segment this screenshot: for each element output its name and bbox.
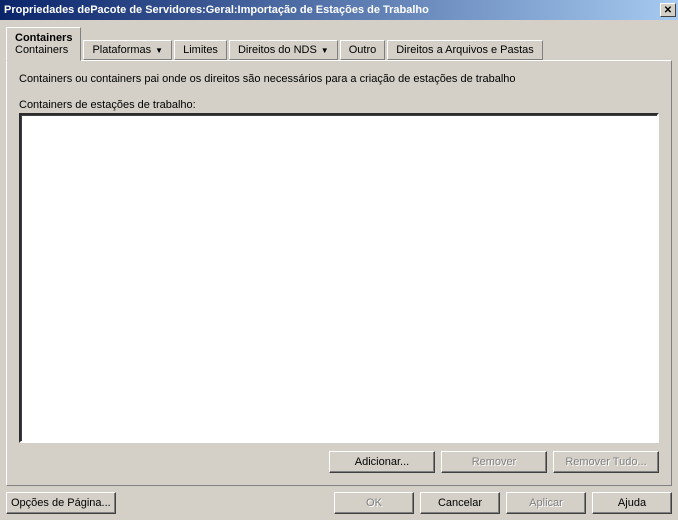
tab-other[interactable]: Outro — [340, 40, 386, 60]
page-options-button[interactable]: Opções de Página... — [6, 492, 116, 514]
tab-platforms[interactable]: Plataformas ▼ — [83, 40, 172, 60]
tab-label: Outro — [349, 44, 377, 56]
add-button[interactable]: Adicionar... — [329, 451, 435, 473]
tab-file-rights[interactable]: Direitos a Arquivos e Pastas — [387, 40, 543, 60]
tab-panel: Containers ou containers pai onde os dir… — [6, 60, 672, 486]
close-button[interactable]: ✕ — [660, 3, 676, 17]
list-label: Containers de estações de trabalho: — [19, 99, 659, 111]
chevron-down-icon: ▼ — [321, 46, 329, 55]
containers-listbox[interactable] — [19, 113, 659, 443]
ok-button[interactable]: OK — [334, 492, 414, 514]
tab-nds-rights[interactable]: Direitos do NDS ▼ — [229, 40, 338, 60]
window-body: Containers Containers Plataformas ▼ Limi… — [0, 20, 678, 520]
chevron-down-icon: ▼ — [155, 46, 163, 55]
close-icon: ✕ — [664, 5, 672, 16]
titlebar: Propriedades dePacote de Servidores:Gera… — [0, 0, 678, 20]
tab-label: Direitos a Arquivos e Pastas — [396, 44, 534, 56]
panel-button-row: Adicionar... Remover Remover Tudo... — [19, 451, 659, 473]
tab-label: Limites — [183, 44, 218, 56]
tab-subtitle: Containers — [15, 44, 68, 56]
tab-containers[interactable]: Containers Containers — [6, 27, 81, 61]
panel-description: Containers ou containers pai onde os dir… — [19, 73, 659, 85]
remove-all-button[interactable]: Remover Tudo... — [553, 451, 659, 473]
tab-label: Plataformas — [92, 44, 151, 56]
tab-limits[interactable]: Limites — [174, 40, 227, 60]
apply-button[interactable]: Aplicar — [506, 492, 586, 514]
cancel-button[interactable]: Cancelar — [420, 492, 500, 514]
help-button[interactable]: Ajuda — [592, 492, 672, 514]
tab-label: Direitos do NDS — [238, 44, 317, 56]
tab-label: Containers — [15, 32, 72, 44]
remove-button[interactable]: Remover — [441, 451, 547, 473]
dialog-button-row: Opções de Página... OK Cancelar Aplicar … — [6, 492, 672, 514]
window-title: Propriedades dePacote de Servidores:Gera… — [4, 4, 660, 16]
tab-strip: Containers Containers Plataformas ▼ Limi… — [6, 26, 672, 60]
